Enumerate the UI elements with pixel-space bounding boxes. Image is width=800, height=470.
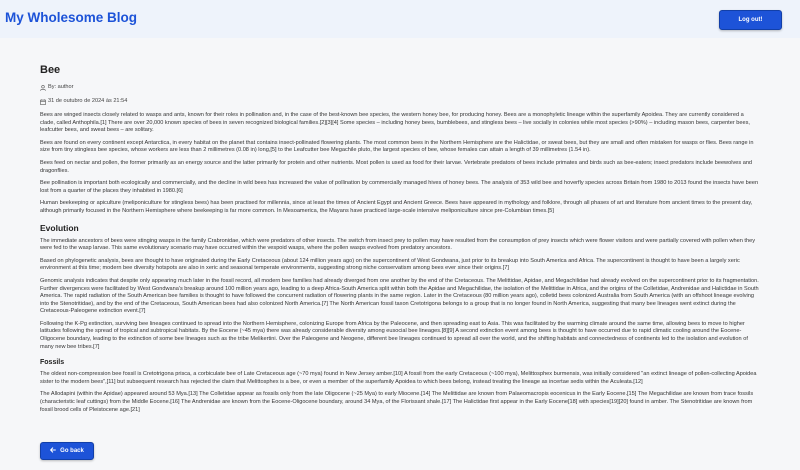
paragraph: Bees feed on nectar and pollen, the form…	[40, 159, 753, 174]
article: Bee By: author 31 de outubro de 2024 às …	[40, 64, 760, 419]
date-row: 31 de outubro de 2024 às 21:54	[40, 98, 760, 106]
paragraph: The immediate ancestors of bees were sti…	[40, 237, 755, 252]
article-title: Bee	[40, 64, 61, 76]
paragraph: Bee pollination is important both ecolog…	[40, 180, 759, 194]
paragraph: The Allodapini (within the Apidae) appea…	[40, 391, 754, 413]
section-heading-fossils: Fossils	[40, 359, 65, 367]
paragraph: Bees are winged insects closely related …	[40, 112, 750, 134]
blog-brand-link[interactable]: My Wholesome Blog	[5, 10, 137, 25]
top-bar: My Wholesome Blog Log out!	[0, 0, 800, 39]
paragraph: Human beekeeping or apiculture (meliponi…	[40, 200, 753, 214]
go-back-button[interactable]: Go back	[40, 442, 94, 460]
main-content: Bee By: author 31 de outubro de 2024 às …	[0, 38, 800, 470]
paragraph: Bees are found on every continent except…	[40, 139, 754, 154]
go-back-label: Go back	[60, 448, 84, 454]
arrow-left-icon	[50, 447, 57, 455]
author-row: By: author	[40, 84, 760, 92]
article-body: Bees are winged insects closely related …	[40, 112, 760, 414]
section-heading-evolution: Evolution	[40, 222, 79, 233]
paragraph: The oldest non-compression bee fossil is…	[40, 371, 757, 385]
paragraph: Based on phylogenetic analysis, bees are…	[40, 257, 740, 272]
article-meta: By: author 31 de outubro de 2024 às 21:5…	[40, 84, 760, 106]
calendar-icon	[40, 99, 48, 105]
paragraph: Genomic analysis indicates that despite …	[40, 277, 759, 315]
logout-button[interactable]: Log out!	[719, 10, 782, 30]
paragraph: Following the K-Pg extinction, surviving…	[40, 320, 748, 350]
author-name: By: author	[48, 84, 74, 91]
user-icon	[40, 85, 48, 91]
publish-date: 31 de outubro de 2024 às 21:54	[48, 98, 128, 105]
